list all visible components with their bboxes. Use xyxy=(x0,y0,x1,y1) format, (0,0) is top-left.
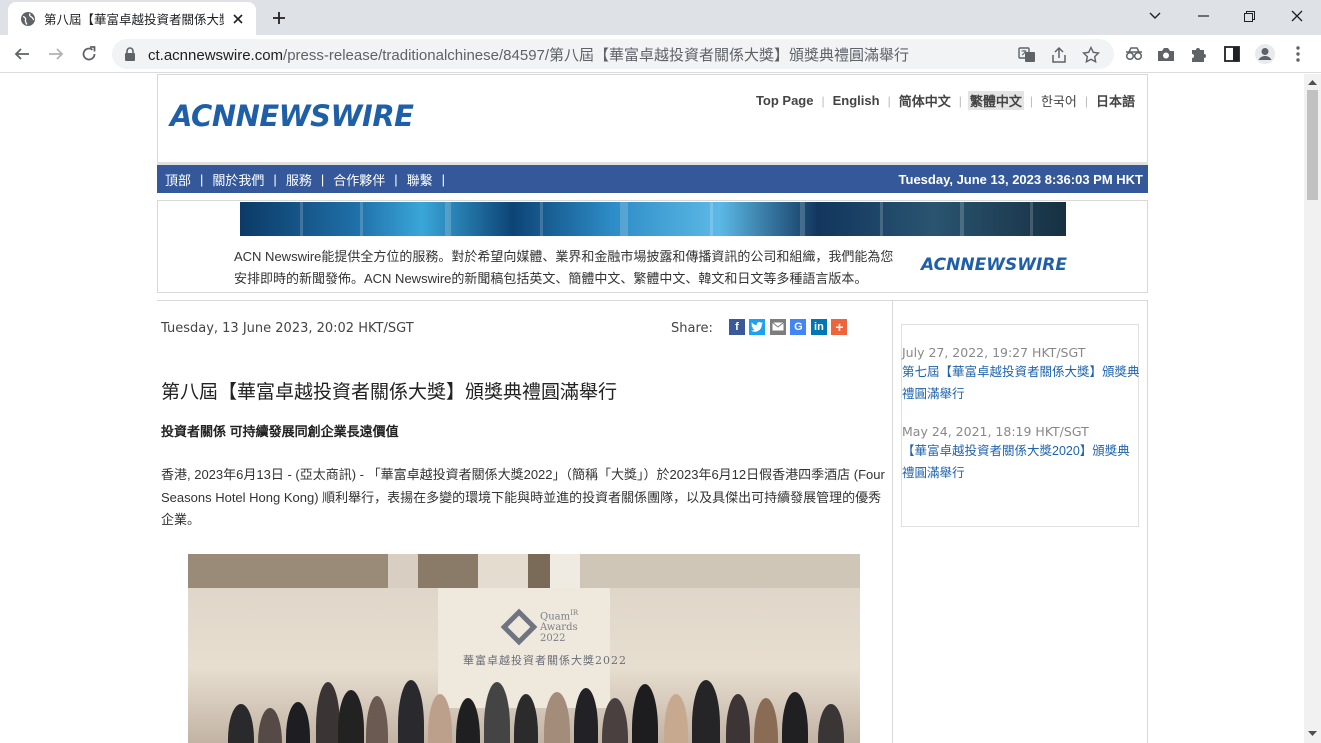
current-datetime: Tuesday, June 13, 2023 8:36:03 PM HKT xyxy=(898,172,1143,187)
related-item-link[interactable]: 【華富卓越投資者關係大獎2020】頒獎典禮圓滿舉行 xyxy=(902,440,1140,484)
facebook-icon[interactable]: f xyxy=(728,318,745,335)
separator: | xyxy=(200,171,204,187)
url-path: /press-release/traditionalchinese/84597/… xyxy=(283,46,910,64)
twitter-icon[interactable] xyxy=(749,318,766,335)
browser-menu-icon[interactable] xyxy=(1284,40,1312,68)
lang-link-japanese[interactable]: 日本語 xyxy=(1094,91,1137,110)
separator: | xyxy=(1029,93,1033,108)
separator: | xyxy=(887,93,891,108)
award-caption: 華富卓越投資者關係大獎2022 xyxy=(463,654,627,667)
new-tab-button[interactable] xyxy=(268,7,290,29)
share-bar: Share: f G in + xyxy=(671,317,852,336)
url-text: ct.acnnewswire.com/press-release/traditi… xyxy=(148,44,909,65)
separator: | xyxy=(320,171,325,187)
scroll-down-icon[interactable] xyxy=(1308,729,1317,738)
forward-icon[interactable] xyxy=(42,40,70,68)
translate-icon[interactable] xyxy=(1018,46,1036,64)
extensions-puzzle-icon[interactable] xyxy=(1185,40,1213,68)
close-window-icon[interactable] xyxy=(1274,0,1320,32)
back-icon[interactable] xyxy=(8,40,36,68)
lock-icon[interactable] xyxy=(124,47,138,61)
lang-link-korean[interactable]: 한국어 xyxy=(1039,91,1079,110)
promo-description: ACN Newswire能提供全方位的服務。對於希望向媒體、業界和金融市場披露和… xyxy=(234,249,894,286)
nav-item-contact[interactable]: 聯繫 xyxy=(405,170,435,189)
page-viewport: ACNNEWSWIRE Top Page | English | 简体中文 | … xyxy=(0,74,1304,743)
lang-link-english[interactable]: English xyxy=(831,93,882,108)
share-page-icon[interactable] xyxy=(1050,46,1068,64)
camera-icon[interactable] xyxy=(1152,40,1180,68)
nav-item-partners[interactable]: 合作夥伴 xyxy=(331,170,387,189)
more-share-icon[interactable]: + xyxy=(831,318,848,335)
profile-avatar-icon[interactable] xyxy=(1251,40,1279,68)
scroll-thumb[interactable] xyxy=(1307,90,1318,200)
separator: | xyxy=(821,93,825,108)
tab-search-icon[interactable] xyxy=(1132,0,1178,32)
related-item: May 24, 2021, 18:19 HKT/SGT 【華富卓越投資者關係大獎… xyxy=(902,424,1140,484)
related-item-date: May 24, 2021, 18:19 HKT/SGT xyxy=(902,424,1089,439)
separator: | xyxy=(1084,93,1088,108)
address-bar[interactable]: ct.acnnewswire.com/press-release/traditi… xyxy=(112,39,1114,69)
separator: | xyxy=(441,171,446,187)
browser-toolbar: ct.acnnewswire.com/press-release/traditi… xyxy=(0,35,1321,73)
browser-tab-active[interactable]: 第八屆【華富卓越投資者關係大獎 xyxy=(8,2,256,35)
related-item: July 27, 2022, 19:27 HKT/SGT 第七屆【華富卓越投資者… xyxy=(902,345,1140,405)
emblem-line3: 2022 xyxy=(540,633,566,645)
globe-icon xyxy=(20,11,36,27)
extension-incognito-icon[interactable] xyxy=(1120,40,1148,68)
google-icon[interactable]: G xyxy=(790,318,807,335)
reload-icon[interactable] xyxy=(75,40,103,68)
article: Tuesday, 13 June 2023, 20:02 HKT/SGT Sha… xyxy=(157,300,893,743)
share-label: Share: xyxy=(671,321,713,336)
promo-logo: ACNNEWSWIRE xyxy=(921,255,1067,275)
nav-item-top[interactable]: 頂部 xyxy=(163,170,193,189)
promo-box: ACN Newswire能提供全方位的服務。對於希望向媒體、業界和金融市場披露和… xyxy=(157,200,1148,293)
close-tab-icon[interactable] xyxy=(230,11,246,27)
url-host: ct.acnnewswire.com xyxy=(148,46,284,64)
award-emblem-text: QuamIR Awards 2022 xyxy=(540,608,578,644)
emblem-line2: Awards xyxy=(540,622,578,634)
scroll-up-icon[interactable] xyxy=(1308,78,1317,87)
language-switcher: Top Page | English | 简体中文 | 繁體中文 | 한국어 |… xyxy=(754,91,1137,110)
nav-item-services[interactable]: 服務 xyxy=(284,170,314,189)
related-news-box: July 27, 2022, 19:27 HKT/SGT 第七屆【華富卓越投資者… xyxy=(901,324,1140,527)
related-item-link[interactable]: 第七屆【華富卓越投資者關係大獎】頒獎典禮圓滿舉行 xyxy=(902,361,1140,405)
separator: | xyxy=(273,171,277,187)
site-header: ACNNEWSWIRE Top Page | English | 简体中文 | … xyxy=(157,74,1148,162)
article-subheadline: 投資者關係 可持續發展同創企業長遠價值 xyxy=(161,424,399,439)
main-content: Tuesday, 13 June 2023, 20:02 HKT/SGT Sha… xyxy=(157,300,1148,743)
award-ceremony-photo: QuamIR Awards 2022 華富卓越投資者關係大獎2022 xyxy=(188,554,860,743)
related-item-date: July 27, 2022, 19:27 HKT/SGT xyxy=(902,345,1086,360)
city-banner-image xyxy=(240,202,1066,236)
separator: | xyxy=(958,93,962,108)
site-logo[interactable]: ACNNEWSWIRE xyxy=(170,99,414,133)
sidebar: July 27, 2022, 19:27 HKT/SGT 第七屆【華富卓越投資者… xyxy=(893,300,1148,743)
separator: | xyxy=(394,171,398,187)
lang-link-simplified-chinese[interactable]: 简体中文 xyxy=(897,91,953,110)
tab-title: 第八屆【華富卓越投資者關係大獎 xyxy=(44,13,224,27)
article-dateline: Tuesday, 13 June 2023, 20:02 HKT/SGT xyxy=(161,321,414,336)
bookmark-star-icon[interactable] xyxy=(1082,46,1100,64)
linkedin-icon[interactable]: in xyxy=(810,318,827,335)
article-body: 香港, 2023年6月13日 - (亞太商訊) - 「華富卓越投資者關係大獎20… xyxy=(161,467,885,527)
emblem-line1-sup: IR xyxy=(570,609,579,617)
page-scrollbar[interactable] xyxy=(1304,74,1321,743)
main-nav: 頂部 | 關於我們 | 服務 | 合作夥伴 | 聯繫 | Tuesday, Ju… xyxy=(157,162,1148,193)
restore-window-icon[interactable] xyxy=(1226,0,1272,32)
side-panel-icon[interactable] xyxy=(1218,40,1246,68)
lang-link-top-page[interactable]: Top Page xyxy=(754,93,816,108)
nav-item-about[interactable]: 關於我們 xyxy=(210,170,266,189)
minimize-window-icon[interactable] xyxy=(1180,0,1226,32)
email-icon[interactable] xyxy=(769,318,786,335)
lang-link-traditional-chinese[interactable]: 繁體中文 xyxy=(967,91,1024,110)
article-headline: 第八屆【華富卓越投資者關係大獎】頒獎典禮圓滿舉行 xyxy=(161,382,618,403)
page-wrapper: ACNNEWSWIRE Top Page | English | 简体中文 | … xyxy=(157,74,1148,743)
browser-tab-strip: 第八屆【華富卓越投資者關係大獎 xyxy=(0,0,1321,35)
emblem-line1: Quam xyxy=(540,611,571,623)
